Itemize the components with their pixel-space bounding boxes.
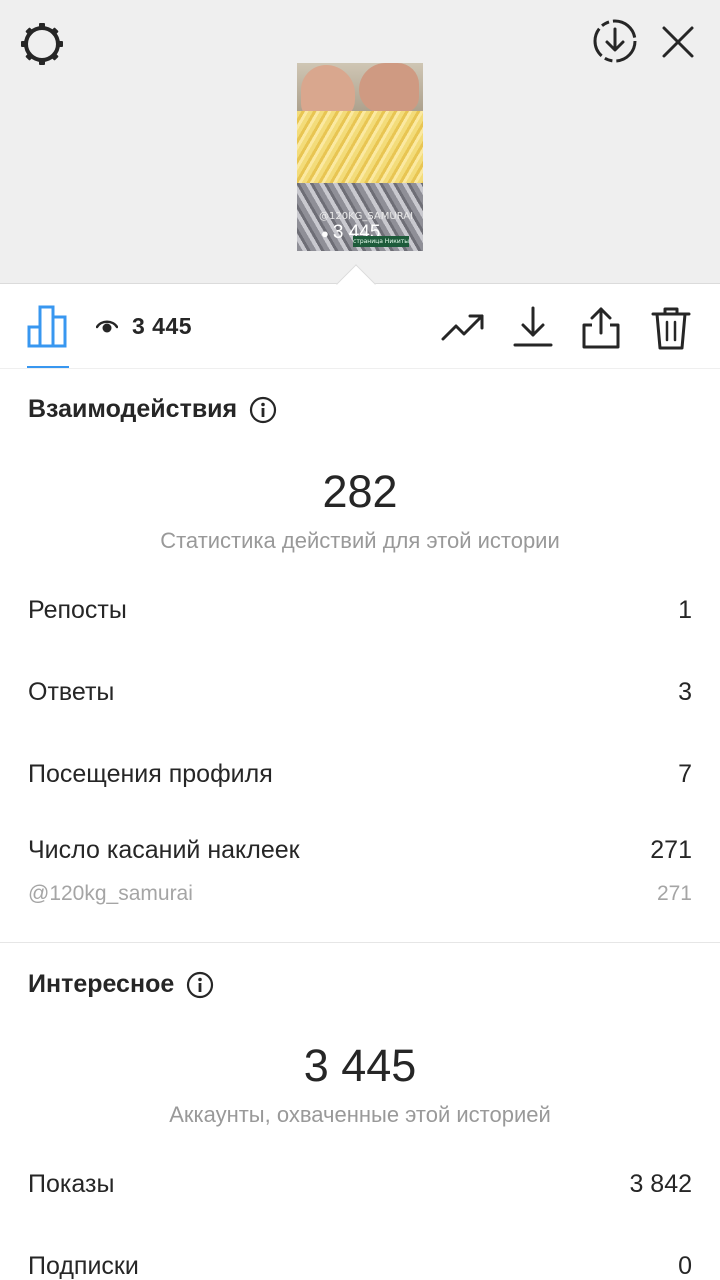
thumbnail-mention-sticker: @120KG_SAMURAI	[319, 211, 414, 222]
stat-label: Репосты	[28, 596, 127, 624]
discovery-title: Интересное	[28, 970, 175, 998]
download-button[interactable]	[510, 305, 556, 351]
stat-value: 3 842	[629, 1170, 692, 1198]
stat-row-sticker-taps: Число касаний наклеек 271	[28, 836, 692, 865]
thumbnail-tag: страница Никиты	[353, 236, 409, 247]
section-divider	[0, 942, 720, 943]
download-circle-icon	[593, 19, 637, 63]
stat-value: 7	[678, 760, 692, 788]
stat-row-impressions: Показы 3 842	[28, 1170, 692, 1199]
active-tab-indicator	[27, 366, 69, 368]
info-icon[interactable]	[249, 396, 277, 424]
stat-value: 271	[656, 882, 692, 905]
viewers-button[interactable]: 3 445	[96, 311, 192, 341]
stat-label: Подписки	[28, 1252, 139, 1280]
gear-icon	[21, 23, 63, 65]
stats-tab[interactable]	[26, 303, 70, 349]
stat-label: Посещения профиля	[28, 760, 273, 788]
interactions-total: 282	[322, 466, 398, 517]
thumbnail-cheese	[297, 111, 423, 186]
stat-label: Число касаний наклеек	[28, 836, 300, 864]
thumbnail-hand-right	[359, 63, 419, 113]
interactions-title: Взаимодействия	[28, 395, 238, 423]
view-count-text: 3 445	[132, 312, 193, 339]
discovery-subtitle: Аккаунты, охваченные этой историей	[169, 1102, 551, 1127]
info-icon[interactable]	[186, 971, 214, 999]
close-button[interactable]	[656, 20, 700, 64]
settings-button[interactable]	[18, 20, 66, 68]
stat-row-profile-visits: Посещения профиля 7	[28, 760, 692, 789]
insights-toolbar: 3 445	[0, 285, 720, 369]
stat-row-replies: Ответы 3	[28, 678, 692, 707]
story-preview-area: @120KG_SAMURAI ● 3 445 страница Никиты	[0, 0, 720, 284]
download-icon	[513, 306, 553, 347]
save-story-button[interactable]	[590, 16, 640, 66]
discovery-total: 3 445	[303, 1040, 417, 1091]
stat-row-follows: Подписки 0	[28, 1252, 692, 1280]
stat-row-sticker-mention: @120kg_samurai 271	[28, 882, 692, 906]
stat-label: @120kg_samurai	[28, 882, 193, 905]
eye-icon	[96, 320, 118, 333]
stat-value: 3	[678, 678, 692, 706]
eye-icon: ●	[321, 226, 329, 241]
bar-chart-icon	[27, 305, 67, 348]
trending-up-icon	[441, 314, 484, 341]
promote-button[interactable]	[440, 305, 486, 351]
stat-label: Показы	[28, 1170, 115, 1198]
interactions-subtitle: Статистика действий для этой истории	[160, 528, 560, 553]
discovery-heading: Интересное	[28, 970, 214, 999]
stat-label: Ответы	[28, 678, 115, 706]
stat-value: 271	[650, 836, 692, 864]
share-icon	[582, 307, 620, 349]
stat-value: 1	[678, 596, 692, 624]
interactions-heading: Взаимодействия	[28, 395, 277, 424]
close-icon	[662, 26, 694, 58]
story-thumbnail[interactable]: @120KG_SAMURAI ● 3 445 страница Никиты	[297, 63, 423, 251]
stat-value: 0	[678, 1252, 692, 1280]
stat-row-reposts: Репосты 1	[28, 596, 692, 625]
share-button[interactable]	[578, 305, 624, 351]
delete-button[interactable]	[648, 305, 694, 351]
trash-icon	[651, 307, 691, 350]
